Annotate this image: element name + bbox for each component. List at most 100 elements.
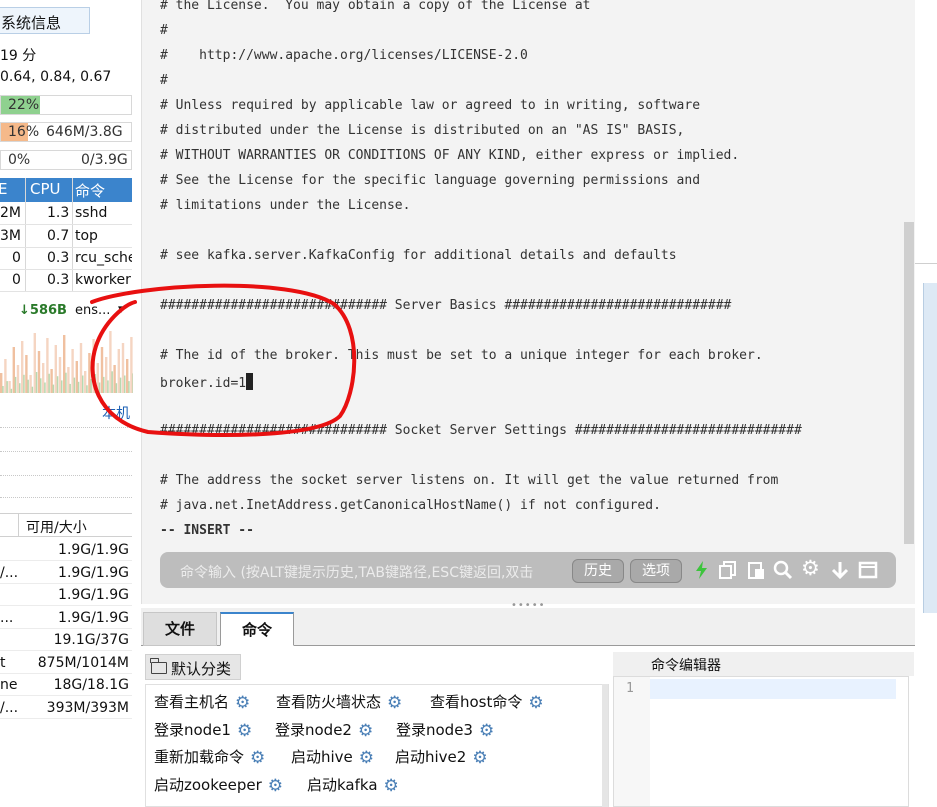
command-input-bar[interactable]: 命令输入 (按ALT键提示历史,TAB键路径,ESC键返回,双击 历史 选项 ⚙ [160,552,896,588]
gear-icon[interactable]: ⚙ [235,693,250,713]
terminal-area[interactable]: # the License. You may obtain a copy of … [141,0,915,604]
copy-icon[interactable] [718,560,738,580]
category-default[interactable]: 默认分类 [145,654,241,680]
gear-icon[interactable]: ⚙ [237,721,252,741]
traffic-bar-upload [69,383,71,393]
process-table-header: E CPU 命令 [0,178,132,202]
system-info-title[interactable]: 系统信息 [0,7,90,34]
disk-name: /... [0,699,19,716]
command-input[interactable]: 命令输入 (按ALT键提示历史,TAB键路径,ESC键返回,双击 [180,562,570,582]
gear-icon[interactable]: ⚙ [472,748,487,768]
command-item[interactable]: 登录node1 ⚙ [154,719,252,741]
traffic-bar [84,371,87,393]
gear-icon[interactable]: ⚙ [801,557,821,579]
command-item-label: 重新加载命令 [154,748,245,766]
disk-value: 1.9G/1.9G [58,609,129,626]
command-item[interactable]: 重新加载命令 ⚙ [154,746,265,768]
window-icon[interactable] [858,560,878,580]
traffic-bar-upload [107,380,109,393]
command-item[interactable]: 启动hive2 ⚙ [395,746,488,768]
gear-icon[interactable]: ⚙ [358,721,373,741]
disk-row[interactable]: 19.1G/37G [0,629,132,651]
local-label[interactable]: 本机 [102,403,130,423]
traffic-bar [100,347,104,393]
terminal-line: # Unless required by applicable law or a… [160,98,701,113]
network-selector[interactable]: ↓586B ens... ▾ [0,302,135,322]
command-editor[interactable]: 1 [613,676,909,807]
options-button[interactable]: 选项 [630,559,682,583]
process-row[interactable]: 3M 0.7 top [0,226,132,248]
gear-icon[interactable]: ⚙ [387,693,402,713]
traffic-bar [79,343,83,393]
traffic-bar [71,349,74,393]
disk-row[interactable]: ne 18G/18.1G [0,674,132,696]
disk-row[interactable]: /... 1.9G/1.9G [0,562,132,584]
right-edge-tab[interactable] [923,283,937,613]
process-row[interactable]: 2M 1.3 sshd [0,203,132,225]
network-interface: ens... [75,303,111,318]
traffic-bar-upload [14,376,17,393]
gear-icon[interactable]: ⚙ [250,748,265,768]
process-col-command[interactable]: 命令 [75,180,105,201]
download-speed: ↓586B [19,303,67,318]
traffic-bar [25,355,28,393]
traffic-bar-upload [27,379,29,393]
traffic-bar-upload [44,382,46,393]
process-row[interactable]: 0 0.3 rcu_sche [0,248,132,270]
gear-icon[interactable]: ⚙ [384,776,399,796]
download-icon[interactable] [830,560,850,580]
search-icon[interactable] [773,560,793,580]
process-col-mem[interactable]: E [0,180,7,198]
command-item[interactable]: 登录node3 ⚙ [396,719,494,741]
traffic-bar [92,339,95,393]
tab-commands[interactable]: 命令 [220,612,294,646]
disk-row[interactable]: 1.9G/1.9G [0,539,132,561]
tab-files[interactable]: 文件 [143,612,217,646]
gear-icon[interactable]: ⚙ [528,693,543,713]
command-item[interactable]: 登录node2 ⚙ [275,719,373,741]
traffic-bar-upload [10,388,13,393]
command-item[interactable]: 查看防火墙状态 ⚙ [276,691,402,713]
memory-usage-value: 646M/3.8G [46,124,123,140]
gear-icon[interactable]: ⚙ [268,776,283,796]
disk-row[interactable]: 1.9G/1.9G [0,584,132,606]
disk-col-available[interactable]: 可用/大小 [26,517,87,537]
disk-row[interactable]: /... 393M/393M [0,697,132,719]
traffic-bar [8,381,11,393]
history-button[interactable]: 历史 [572,559,624,583]
memory-usage-bar: 16% 646M/3.8G [0,122,132,142]
lightning-icon[interactable] [692,560,712,580]
disk-name: t [0,654,6,671]
line-number: 1 [626,681,634,696]
traffic-bar-upload [132,373,133,393]
traffic-bar-upload [61,380,63,393]
traffic-bar-upload [77,381,80,393]
command-item[interactable]: 启动hive ⚙ [291,746,374,768]
cpu-usage-bar: 22% [0,95,132,115]
command-item[interactable]: 查看主机名 ⚙ [154,691,250,713]
editor-active-line[interactable] [650,679,896,699]
command-item[interactable]: 启动kafka ⚙ [307,774,399,796]
terminal-line: # java.net.InetAddress.getCanonicalHostN… [160,498,661,513]
command-item[interactable]: 查看host命令 ⚙ [430,691,544,713]
disk-row[interactable]: t 875M/1014M [0,652,132,674]
process-row[interactable]: 0 0.3 kworker [0,270,132,292]
terminal-line: # distributed under the License is distr… [160,123,685,138]
paste-icon[interactable] [746,560,766,580]
gear-icon[interactable]: ⚙ [479,721,494,741]
command-list-scrollbar[interactable] [602,684,608,807]
traffic-bar [117,349,120,393]
disk-row[interactable]: ... 1.9G/1.9G [0,607,132,629]
terminal-scrollbar-thumb[interactable] [904,222,914,544]
chevron-down-icon[interactable]: ▾ [118,302,125,317]
process-col-cpu[interactable]: CPU [30,180,61,198]
terminal-line: # The address the socket server listens … [160,473,779,488]
command-item[interactable]: 启动zookeeper ⚙ [154,774,283,796]
traffic-bar-upload [40,378,42,393]
gear-icon[interactable]: ⚙ [359,748,374,768]
disk-value: 393M/393M [46,699,129,716]
terminal-line: # the License. You may obtain a copy of … [160,0,591,13]
command-item-label: 查看host命令 [430,693,523,711]
system-info-panel: 系统信息 19 分 0.64, 0.84, 0.67 22% 16% 646M/… [0,0,140,807]
traffic-bar-upload [124,375,126,393]
